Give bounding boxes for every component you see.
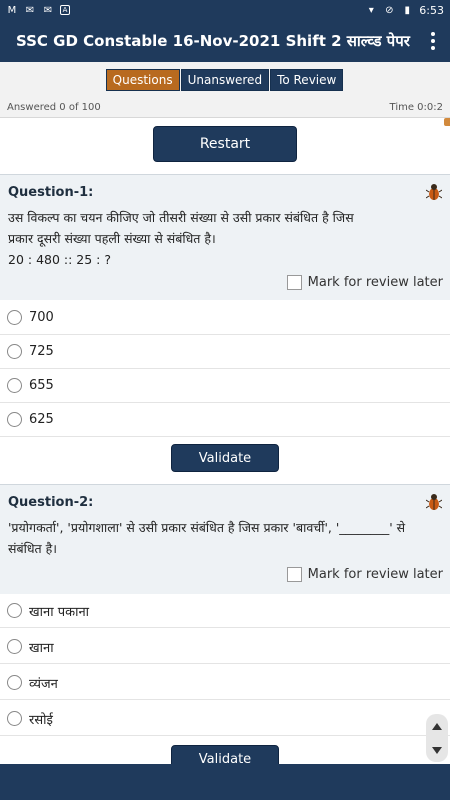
question-text-line: प्रकार दूसरी संख्या पहली संख्या से संबंध… (8, 231, 216, 246)
option-item[interactable]: 700 (0, 301, 450, 335)
status-bar: M ✉ ✉ A ▾ ⊘ ▮ 6:53 (0, 0, 450, 20)
question-title: Question-1: (8, 185, 94, 200)
option-item[interactable]: खाना पकाना (0, 594, 450, 628)
mark-review-label: Mark for review later (307, 275, 443, 290)
answered-count: Answered 0 of 100 (7, 102, 101, 113)
radio-button[interactable] (7, 639, 22, 654)
app-bar: SSC GD Constable 16-Nov-2021 Shift 2 साल… (0, 20, 450, 62)
question-text-line: संबंधित है। (8, 541, 57, 556)
option-item[interactable]: 725 (0, 335, 450, 369)
option-label: 655 (29, 378, 54, 393)
mark-review-label: Mark for review later (307, 567, 443, 582)
option-label: खाना पकाना (29, 604, 90, 620)
restart-button[interactable]: Restart (153, 126, 297, 162)
overflow-menu-icon[interactable] (430, 32, 436, 50)
bottom-bar (0, 764, 450, 800)
question-card: Question-1: उस विकल्प का चयन कीजिए जो ती… (0, 174, 450, 300)
radio-button[interactable] (7, 675, 22, 690)
radio-button[interactable] (7, 310, 22, 325)
tab-to-review[interactable]: To Review (270, 69, 344, 91)
tab-unanswered[interactable]: Unanswered (180, 69, 270, 91)
tab-questions[interactable]: Questions (105, 69, 180, 91)
option-item[interactable]: खाना (0, 630, 450, 664)
mark-review-toggle[interactable]: Mark for review later (286, 567, 443, 582)
app-title: SSC GD Constable 16-Nov-2021 Shift 2 साल… (16, 32, 410, 50)
scroll-up-icon[interactable] (432, 722, 442, 730)
scroll-controls (426, 714, 448, 762)
bug-report-icon[interactable] (426, 493, 442, 511)
battery-icon: ▮ (404, 4, 411, 16)
question-text-line: उस विकल्प का चयन कीजिए जो तीसरी संख्या स… (8, 210, 354, 225)
radio-button[interactable] (7, 344, 22, 359)
radio-button[interactable] (7, 378, 22, 393)
scroll-down-icon[interactable] (432, 746, 442, 754)
gmail-icon: ✉ (43, 4, 53, 16)
scroll-indicator (444, 118, 450, 126)
m-icon: M (7, 4, 17, 16)
status-time: 6:53 (419, 3, 444, 17)
wifi-icon: ▾ (368, 4, 374, 16)
question-text-line: 'प्रयोगकर्ता', 'प्रयोगशाला' से उसी प्रका… (8, 520, 406, 535)
bug-report-icon[interactable] (426, 183, 442, 201)
question-text: 'प्रयोगकर्ता', 'प्रयोगशाला' से उसी प्रका… (8, 517, 438, 559)
radio-button[interactable] (7, 412, 22, 427)
option-label: 725 (29, 344, 54, 359)
mark-review-checkbox[interactable] (286, 567, 302, 582)
option-label: 625 (29, 412, 54, 427)
option-label: व्यंजन (29, 676, 58, 692)
elapsed-time: Time 0:0:2 (389, 102, 443, 113)
validate-button[interactable]: Validate (171, 444, 279, 472)
option-label: रसोई (29, 712, 53, 728)
question-title: Question-2: (8, 495, 94, 510)
option-item[interactable]: 655 (0, 369, 450, 403)
tabs-row: Questions Unanswered To Review (0, 62, 450, 98)
question-text-line: 20 : 480 :: 25 : ? (8, 252, 111, 267)
option-item[interactable]: व्यंजन (0, 666, 450, 700)
option-label: 700 (29, 310, 54, 325)
option-item[interactable]: रसोई (0, 702, 450, 736)
mark-review-toggle[interactable]: Mark for review later (286, 275, 443, 290)
question-text: उस विकल्प का चयन कीजिए जो तीसरी संख्या स… (8, 207, 438, 270)
gmail-icon: ✉ (25, 4, 35, 16)
question-card: Question-2: 'प्रयोगकर्ता', 'प्रयोगशाला' … (0, 484, 450, 594)
radio-button[interactable] (7, 603, 22, 618)
radio-button[interactable] (7, 711, 22, 726)
option-item[interactable]: 625 (0, 403, 450, 437)
mute-icon: ⊘ (385, 4, 394, 16)
progress-info-row: Answered 0 of 100 Time 0:0:2 (0, 98, 450, 118)
mark-review-checkbox[interactable] (286, 275, 302, 290)
a-icon: A (60, 5, 70, 15)
option-label: खाना (29, 640, 54, 656)
